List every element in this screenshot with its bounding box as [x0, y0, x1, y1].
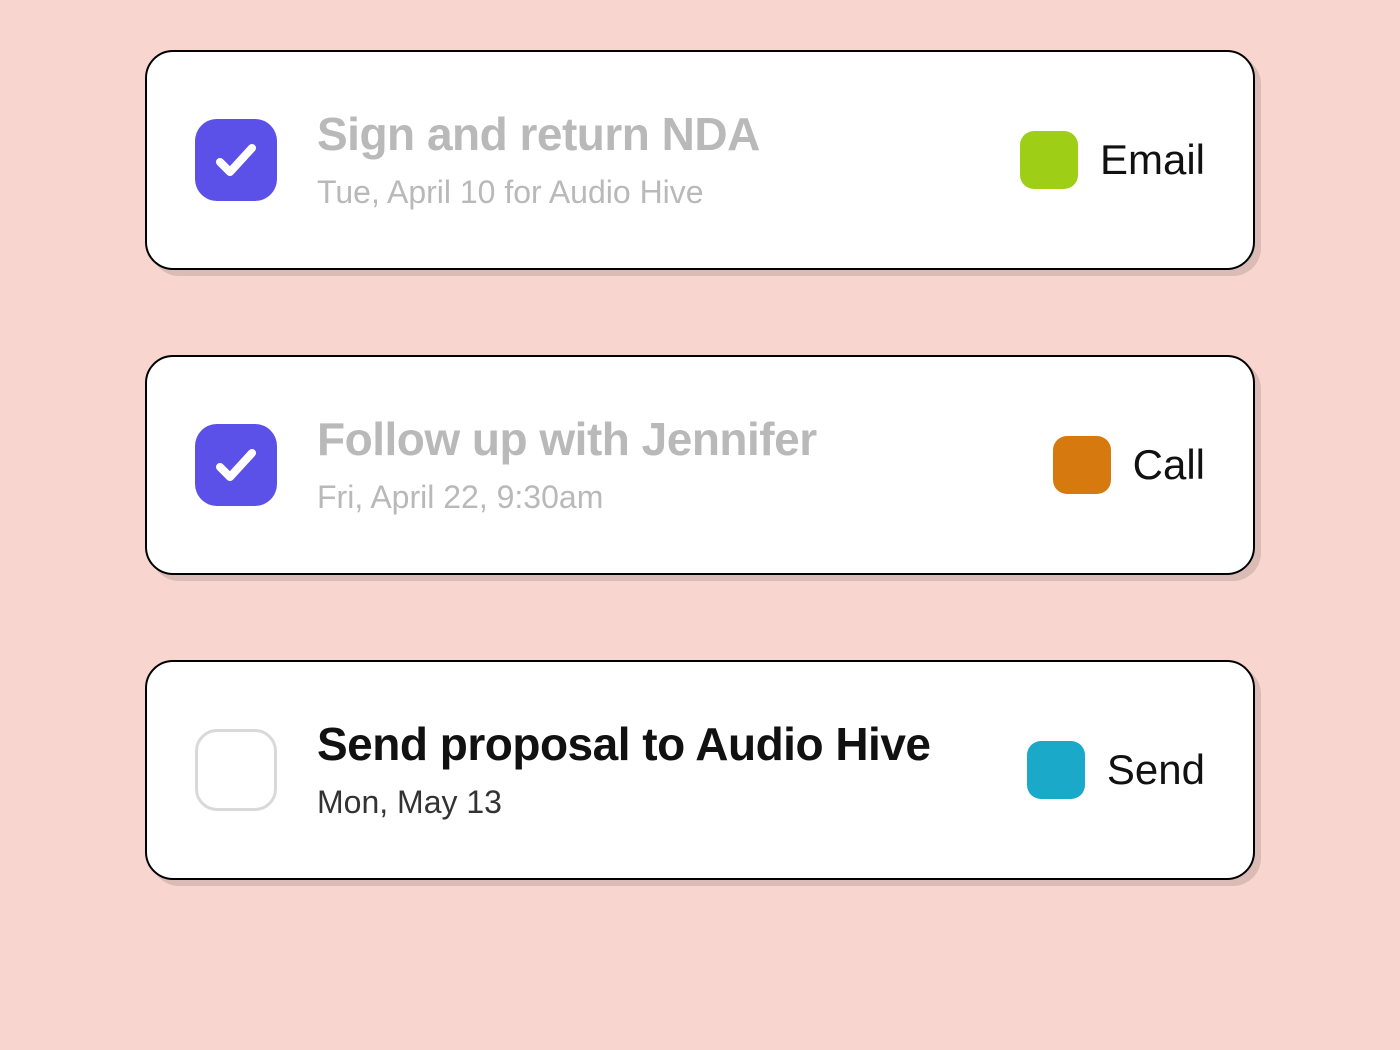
task-stage: Sign and return NDA Tue, April 10 for Au… [65, 0, 1335, 950]
task-title: Sign and return NDA [317, 109, 980, 160]
task-meta: Tue, April 10 for Audio Hive [317, 173, 980, 211]
task-checkbox[interactable] [195, 119, 277, 201]
task-card[interactable]: Sign and return NDA Tue, April 10 for Au… [145, 50, 1255, 270]
task-list: Sign and return NDA Tue, April 10 for Au… [65, 50, 1335, 880]
tag-label: Send [1107, 746, 1205, 794]
task-body: Send proposal to Audio Hive Mon, May 13 [317, 719, 987, 822]
task-body: Sign and return NDA Tue, April 10 for Au… [317, 109, 980, 212]
checkmark-icon [212, 441, 260, 489]
task-meta: Fri, April 22, 9:30am [317, 478, 1013, 516]
task-tag[interactable]: Send [1027, 741, 1205, 799]
task-body: Follow up with Jennifer Fri, April 22, 9… [317, 414, 1013, 517]
task-card[interactable]: Follow up with Jennifer Fri, April 22, 9… [145, 355, 1255, 575]
task-card[interactable]: Send proposal to Audio Hive Mon, May 13 … [145, 660, 1255, 880]
task-meta: Mon, May 13 [317, 783, 987, 821]
task-checkbox[interactable] [195, 729, 277, 811]
task-tag[interactable]: Call [1053, 436, 1205, 494]
tag-label: Email [1100, 136, 1205, 184]
tag-swatch [1020, 131, 1078, 189]
task-checkbox[interactable] [195, 424, 277, 506]
tag-swatch [1053, 436, 1111, 494]
task-title: Send proposal to Audio Hive [317, 719, 987, 770]
task-tag[interactable]: Email [1020, 131, 1205, 189]
task-title: Follow up with Jennifer [317, 414, 1013, 465]
tag-swatch [1027, 741, 1085, 799]
checkmark-icon [212, 136, 260, 184]
tag-label: Call [1133, 441, 1205, 489]
